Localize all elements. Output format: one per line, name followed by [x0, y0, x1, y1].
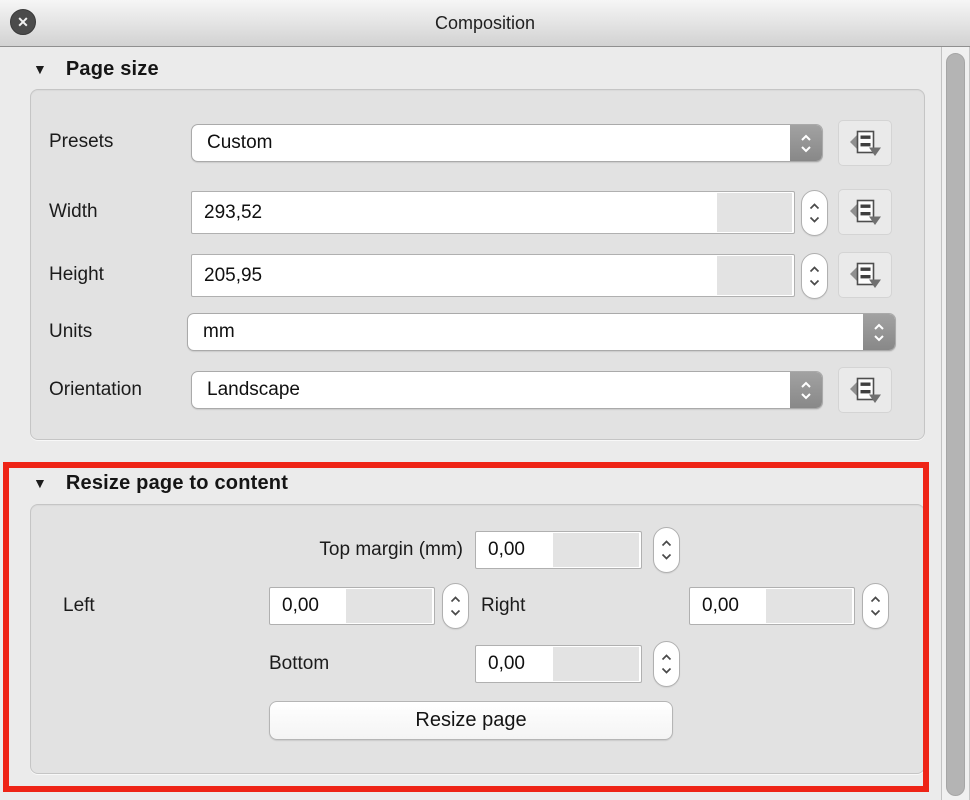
collapse-arrow-icon: ▼	[33, 476, 47, 490]
height-stepper[interactable]	[801, 253, 828, 299]
units-combobox[interactable]: mm	[187, 313, 896, 351]
left-margin-spinbox	[269, 587, 435, 625]
bottom-margin-stepper[interactable]	[653, 641, 680, 687]
stepper-down-icon	[661, 667, 672, 674]
orientation-data-defined-button[interactable]	[838, 367, 892, 413]
stepper-up-icon	[870, 596, 881, 603]
bottom-margin-spinbox	[475, 645, 642, 683]
stepper-down-icon	[809, 216, 820, 223]
title-bar: ✕ Composition	[0, 0, 970, 47]
height-data-defined-button[interactable]	[838, 252, 892, 298]
width-label: Width	[49, 201, 98, 223]
height-input[interactable]	[192, 255, 794, 296]
composition-panel: ✕ Composition ▼ Page size Presets Custom	[0, 0, 970, 800]
left-margin-label: Left	[63, 595, 95, 617]
stepper-down-icon	[870, 609, 881, 616]
vertical-scrollbar-track[interactable]	[941, 47, 970, 800]
width-input[interactable]	[192, 192, 794, 233]
width-data-defined-button[interactable]	[838, 189, 892, 235]
top-margin-spinbox	[475, 531, 642, 569]
data-defined-override-icon	[849, 198, 881, 226]
left-margin-input[interactable]	[270, 588, 434, 624]
stepper-up-icon	[661, 654, 672, 661]
presets-combobox[interactable]: Custom	[191, 124, 823, 162]
bottom-margin-label: Bottom	[269, 653, 329, 675]
resize-groupbox: Top margin (mm) Left Right Bott	[30, 504, 925, 774]
presets-data-defined-button[interactable]	[838, 120, 892, 166]
stepper-up-icon	[809, 266, 820, 273]
orientation-value: Landscape	[192, 379, 300, 401]
stepper-up-icon	[809, 203, 820, 210]
stepper-up-icon	[450, 596, 461, 603]
data-defined-override-icon	[849, 129, 881, 157]
combobox-arrows-icon	[790, 125, 822, 161]
orientation-label: Orientation	[49, 379, 142, 401]
vertical-scrollbar-thumb[interactable]	[946, 53, 965, 796]
orientation-combobox[interactable]: Landscape	[191, 371, 823, 409]
stepper-down-icon	[450, 609, 461, 616]
right-margin-stepper[interactable]	[862, 583, 889, 629]
data-defined-override-icon	[849, 376, 881, 404]
data-defined-override-icon	[849, 261, 881, 289]
top-margin-stepper[interactable]	[653, 527, 680, 573]
combobox-arrows-icon	[790, 372, 822, 408]
combobox-arrows-icon	[863, 314, 895, 350]
bottom-margin-input[interactable]	[476, 646, 641, 682]
right-margin-label: Right	[481, 595, 525, 617]
height-spinbox	[191, 254, 795, 297]
presets-label: Presets	[49, 131, 113, 153]
presets-value: Custom	[192, 132, 272, 154]
units-label: Units	[49, 321, 92, 343]
width-spinbox	[191, 191, 795, 234]
height-label: Height	[49, 264, 104, 286]
page-size-title: Page size	[66, 58, 159, 81]
page-size-section-header[interactable]: ▼ Page size	[0, 56, 159, 82]
stepper-up-icon	[661, 540, 672, 547]
collapse-arrow-icon: ▼	[33, 62, 47, 76]
resize-section-header[interactable]: ▼ Resize page to content	[0, 470, 288, 496]
resize-page-button[interactable]: Resize page	[269, 701, 673, 740]
resize-section-title: Resize page to content	[66, 472, 288, 495]
top-margin-input[interactable]	[476, 532, 641, 568]
width-stepper[interactable]	[801, 190, 828, 236]
right-margin-spinbox	[689, 587, 855, 625]
panel-title: Composition	[0, 13, 970, 34]
stepper-down-icon	[661, 553, 672, 560]
top-margin-label: Top margin (mm)	[31, 539, 463, 561]
page-size-groupbox: Presets Custom Width	[30, 89, 925, 440]
units-value: mm	[188, 321, 235, 343]
left-margin-stepper[interactable]	[442, 583, 469, 629]
right-margin-input[interactable]	[690, 588, 854, 624]
stepper-down-icon	[809, 279, 820, 286]
